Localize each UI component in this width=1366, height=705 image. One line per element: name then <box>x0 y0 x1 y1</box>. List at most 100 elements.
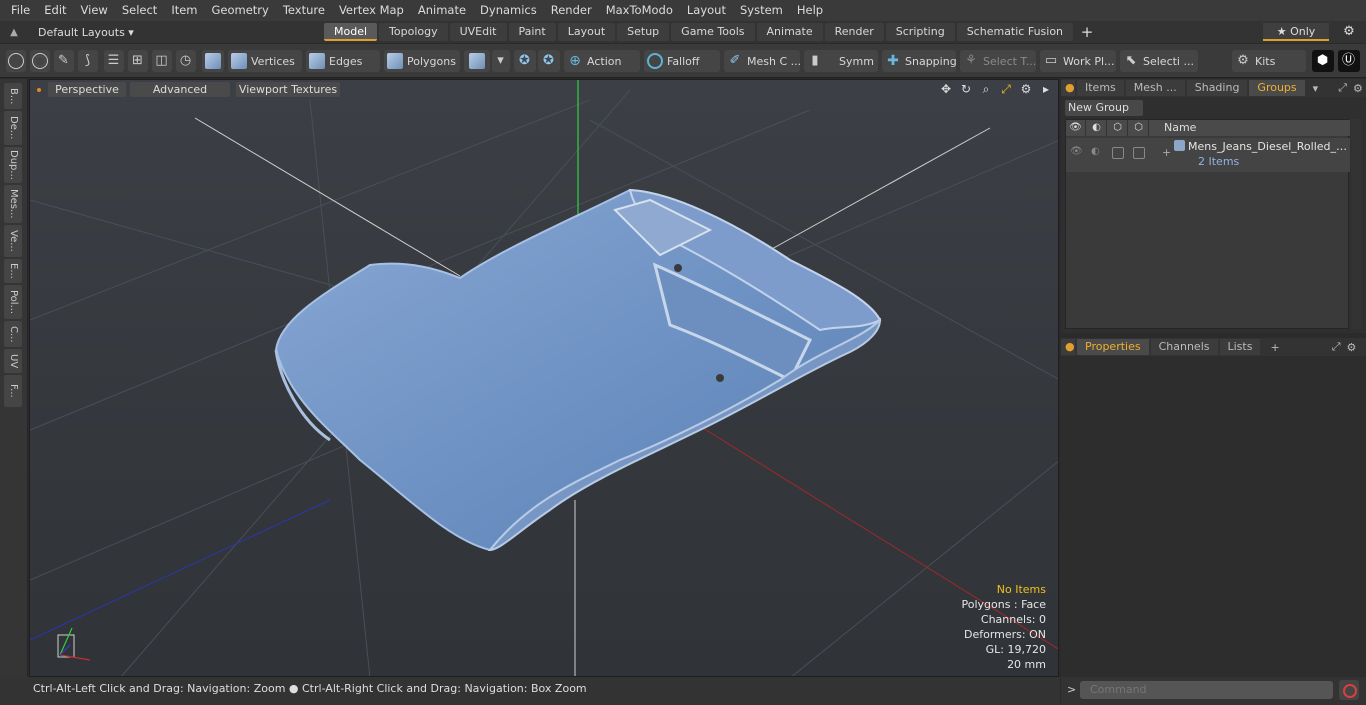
frame-button[interactable]: ◫ <box>152 50 172 72</box>
viewport-textures-button[interactable]: Viewport Textures <box>236 82 340 97</box>
align-button[interactable]: ☰ <box>104 50 124 72</box>
command-input[interactable] <box>1080 681 1333 699</box>
jeans-model[interactable] <box>274 188 882 552</box>
move-view-icon[interactable]: ✥ <box>938 82 954 97</box>
row-select-checkbox[interactable] <box>1133 147 1145 159</box>
globe-button[interactable] <box>30 50 50 72</box>
pen-button[interactable]: ✎ <box>54 50 74 72</box>
menu-item[interactable]: Item <box>164 0 204 21</box>
properties-gear-icon[interactable]: ⚙ <box>1347 341 1357 354</box>
3d-viewport[interactable]: Perspective Advanced Viewport Textures ✥… <box>29 79 1059 677</box>
selection-sets-button[interactable]: ⬉ Selecti ... <box>1120 50 1198 72</box>
tab-lists[interactable]: Lists <box>1219 339 1261 355</box>
row-render-icon[interactable]: ◐ <box>1091 146 1100 157</box>
left-tab-basic[interactable]: B... <box>4 83 22 109</box>
panel-expand-icon[interactable]: ⤢ <box>1338 81 1347 95</box>
mesh-constraint-button[interactable]: ✐ Mesh C ... <box>724 50 800 72</box>
tab-groups[interactable]: Groups <box>1249 80 1305 96</box>
menu-dynamics[interactable]: Dynamics <box>473 0 544 21</box>
center-button[interactable]: ⊞ <box>128 50 148 72</box>
add-panel-tab-icon[interactable]: + <box>1270 341 1279 354</box>
item-mode-button[interactable] <box>202 50 224 72</box>
tab-render[interactable]: Render <box>824 23 884 41</box>
vertices-button[interactable]: Vertices <box>228 50 302 72</box>
default-layouts-dropdown[interactable]: Default Layouts ▾ <box>28 26 324 39</box>
lock-icon[interactable]: ⬡ <box>1108 120 1128 136</box>
left-tab-deform[interactable]: De... <box>4 111 22 145</box>
select-icon[interactable]: ⬡ <box>1129 120 1149 136</box>
tab-scripting[interactable]: Scripting <box>885 23 955 41</box>
row-lock-checkbox[interactable] <box>1112 147 1124 159</box>
snapping-button[interactable]: ✚ Snapping <box>882 50 956 72</box>
perspective-button[interactable]: Perspective <box>48 82 126 97</box>
left-tab-edge[interactable]: E... <box>4 259 22 283</box>
groups-scrollbar[interactable] <box>1351 119 1361 329</box>
add-tab-icon[interactable]: + <box>1075 23 1099 41</box>
select-through-button[interactable]: ⚘ Select T... <box>960 50 1036 72</box>
expand-icon[interactable]: + <box>1162 146 1171 159</box>
zoom-view-icon[interactable]: ⌕ <box>978 82 994 97</box>
tab-topology[interactable]: Topology <box>379 23 448 41</box>
timer-button[interactable]: ◷ <box>176 50 196 72</box>
menu-select[interactable]: Select <box>115 0 164 21</box>
tab-mesh[interactable]: Mesh ... <box>1125 80 1185 96</box>
symmetry-a-button[interactable]: ✪ <box>514 50 536 72</box>
menu-maxtomodo[interactable]: MaxToModo <box>599 0 680 21</box>
edges-button[interactable]: Edges <box>306 50 380 72</box>
table-row[interactable]: 👁 ◐ + Mens_Jeans_Diesel_Rolled_Bl... 2 I… <box>1066 138 1350 172</box>
tab-animate[interactable]: Animate <box>756 23 823 41</box>
unreal-button[interactable]: Ⓤ <box>1338 50 1360 72</box>
tab-properties[interactable]: Properties <box>1077 339 1149 355</box>
layout-up-icon[interactable]: ▲ <box>0 27 28 38</box>
menu-vertex-map[interactable]: Vertex Map <box>332 0 411 21</box>
left-tab-fusion[interactable]: F... <box>4 375 22 407</box>
tab-schematic-fusion[interactable]: Schematic Fusion <box>956 23 1074 41</box>
left-tab-duplicate[interactable]: Dup... <box>4 147 22 183</box>
symmetry-b-button[interactable]: ✪ <box>538 50 560 72</box>
tab-channels[interactable]: Channels <box>1150 339 1218 355</box>
properties-expand-icon[interactable]: ⤢ <box>1332 340 1341 354</box>
left-tab-mesh-edit[interactable]: Mes... <box>4 185 22 223</box>
action-button[interactable]: ⊕ Action <box>564 50 640 72</box>
row-eye-icon[interactable]: 👁 <box>1070 146 1083 157</box>
tab-game-tools[interactable]: Game Tools <box>671 23 755 41</box>
kits-button[interactable]: ⚙ Kits <box>1232 50 1306 72</box>
menu-help[interactable]: Help <box>790 0 830 21</box>
menu-system[interactable]: System <box>733 0 790 21</box>
menu-layout[interactable]: Layout <box>680 0 733 21</box>
rotate-view-icon[interactable]: ↻ <box>958 82 974 97</box>
polygons-button[interactable]: Polygons <box>384 50 460 72</box>
new-group-button[interactable]: New Group <box>1065 100 1143 116</box>
only-toggle[interactable]: ★ Only <box>1263 23 1329 41</box>
tab-shading[interactable]: Shading <box>1186 80 1248 96</box>
work-plane-button[interactable]: ▭ Work Pl... <box>1040 50 1116 72</box>
select-circle-button[interactable] <box>6 50 26 72</box>
tab-uvedit[interactable]: UVEdit <box>449 23 507 41</box>
menu-geometry[interactable]: Geometry <box>205 0 276 21</box>
left-tab-polygon[interactable]: Pol... <box>4 285 22 319</box>
advanced-button[interactable]: Advanced <box>130 82 230 97</box>
render-icon[interactable]: ◐ <box>1087 120 1107 136</box>
panel-gear-icon[interactable]: ⚙ <box>1353 82 1363 95</box>
left-tab-curve[interactable]: C... <box>4 321 22 347</box>
menu-file[interactable]: File <box>4 0 37 21</box>
menu-animate[interactable]: Animate <box>411 0 473 21</box>
mode-dropdown-button[interactable]: ▾ <box>492 50 510 72</box>
tabs-dropdown-icon[interactable]: ▾ <box>1313 82 1319 95</box>
maximize-view-icon[interactable]: ⤢ <box>998 82 1014 97</box>
tab-setup[interactable]: Setup <box>617 23 670 41</box>
tab-paint[interactable]: Paint <box>508 23 556 41</box>
viewport-more-icon[interactable]: ▸ <box>1038 82 1054 97</box>
material-mode-button[interactable] <box>464 50 490 72</box>
record-macro-button[interactable] <box>1339 680 1359 700</box>
visibility-eye-icon[interactable]: 👁 <box>1066 120 1086 136</box>
gear-icon[interactable]: ⚙ <box>1339 23 1359 41</box>
left-tab-uv[interactable]: UV <box>4 349 22 373</box>
tab-items[interactable]: Items <box>1077 80 1124 96</box>
menu-render[interactable]: Render <box>544 0 599 21</box>
tab-layout[interactable]: Layout <box>557 23 616 41</box>
viewport-gear-icon[interactable]: ⚙ <box>1018 82 1034 97</box>
menu-texture[interactable]: Texture <box>276 0 332 21</box>
symmetry-button[interactable]: ▮ Symm ... <box>804 50 878 72</box>
tab-model[interactable]: Model <box>324 23 378 41</box>
